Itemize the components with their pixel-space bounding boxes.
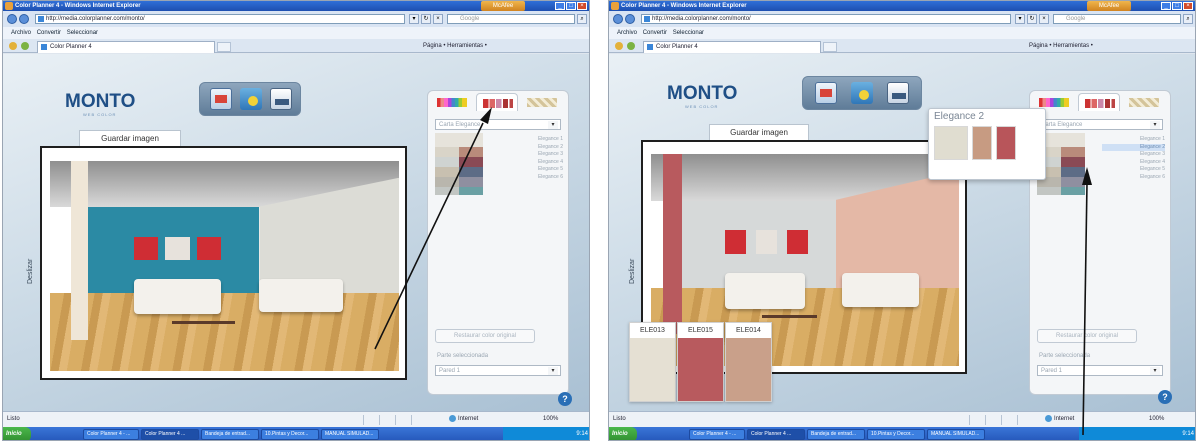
annotation-arrow (374, 107, 492, 350)
screenshot-right: Color Planner 4 - Windows Internet Explo… (608, 0, 1196, 441)
screenshot-left: Color Planner 4 - Windows Internet Explo… (2, 0, 590, 441)
annotation-arrow (1082, 167, 1092, 436)
